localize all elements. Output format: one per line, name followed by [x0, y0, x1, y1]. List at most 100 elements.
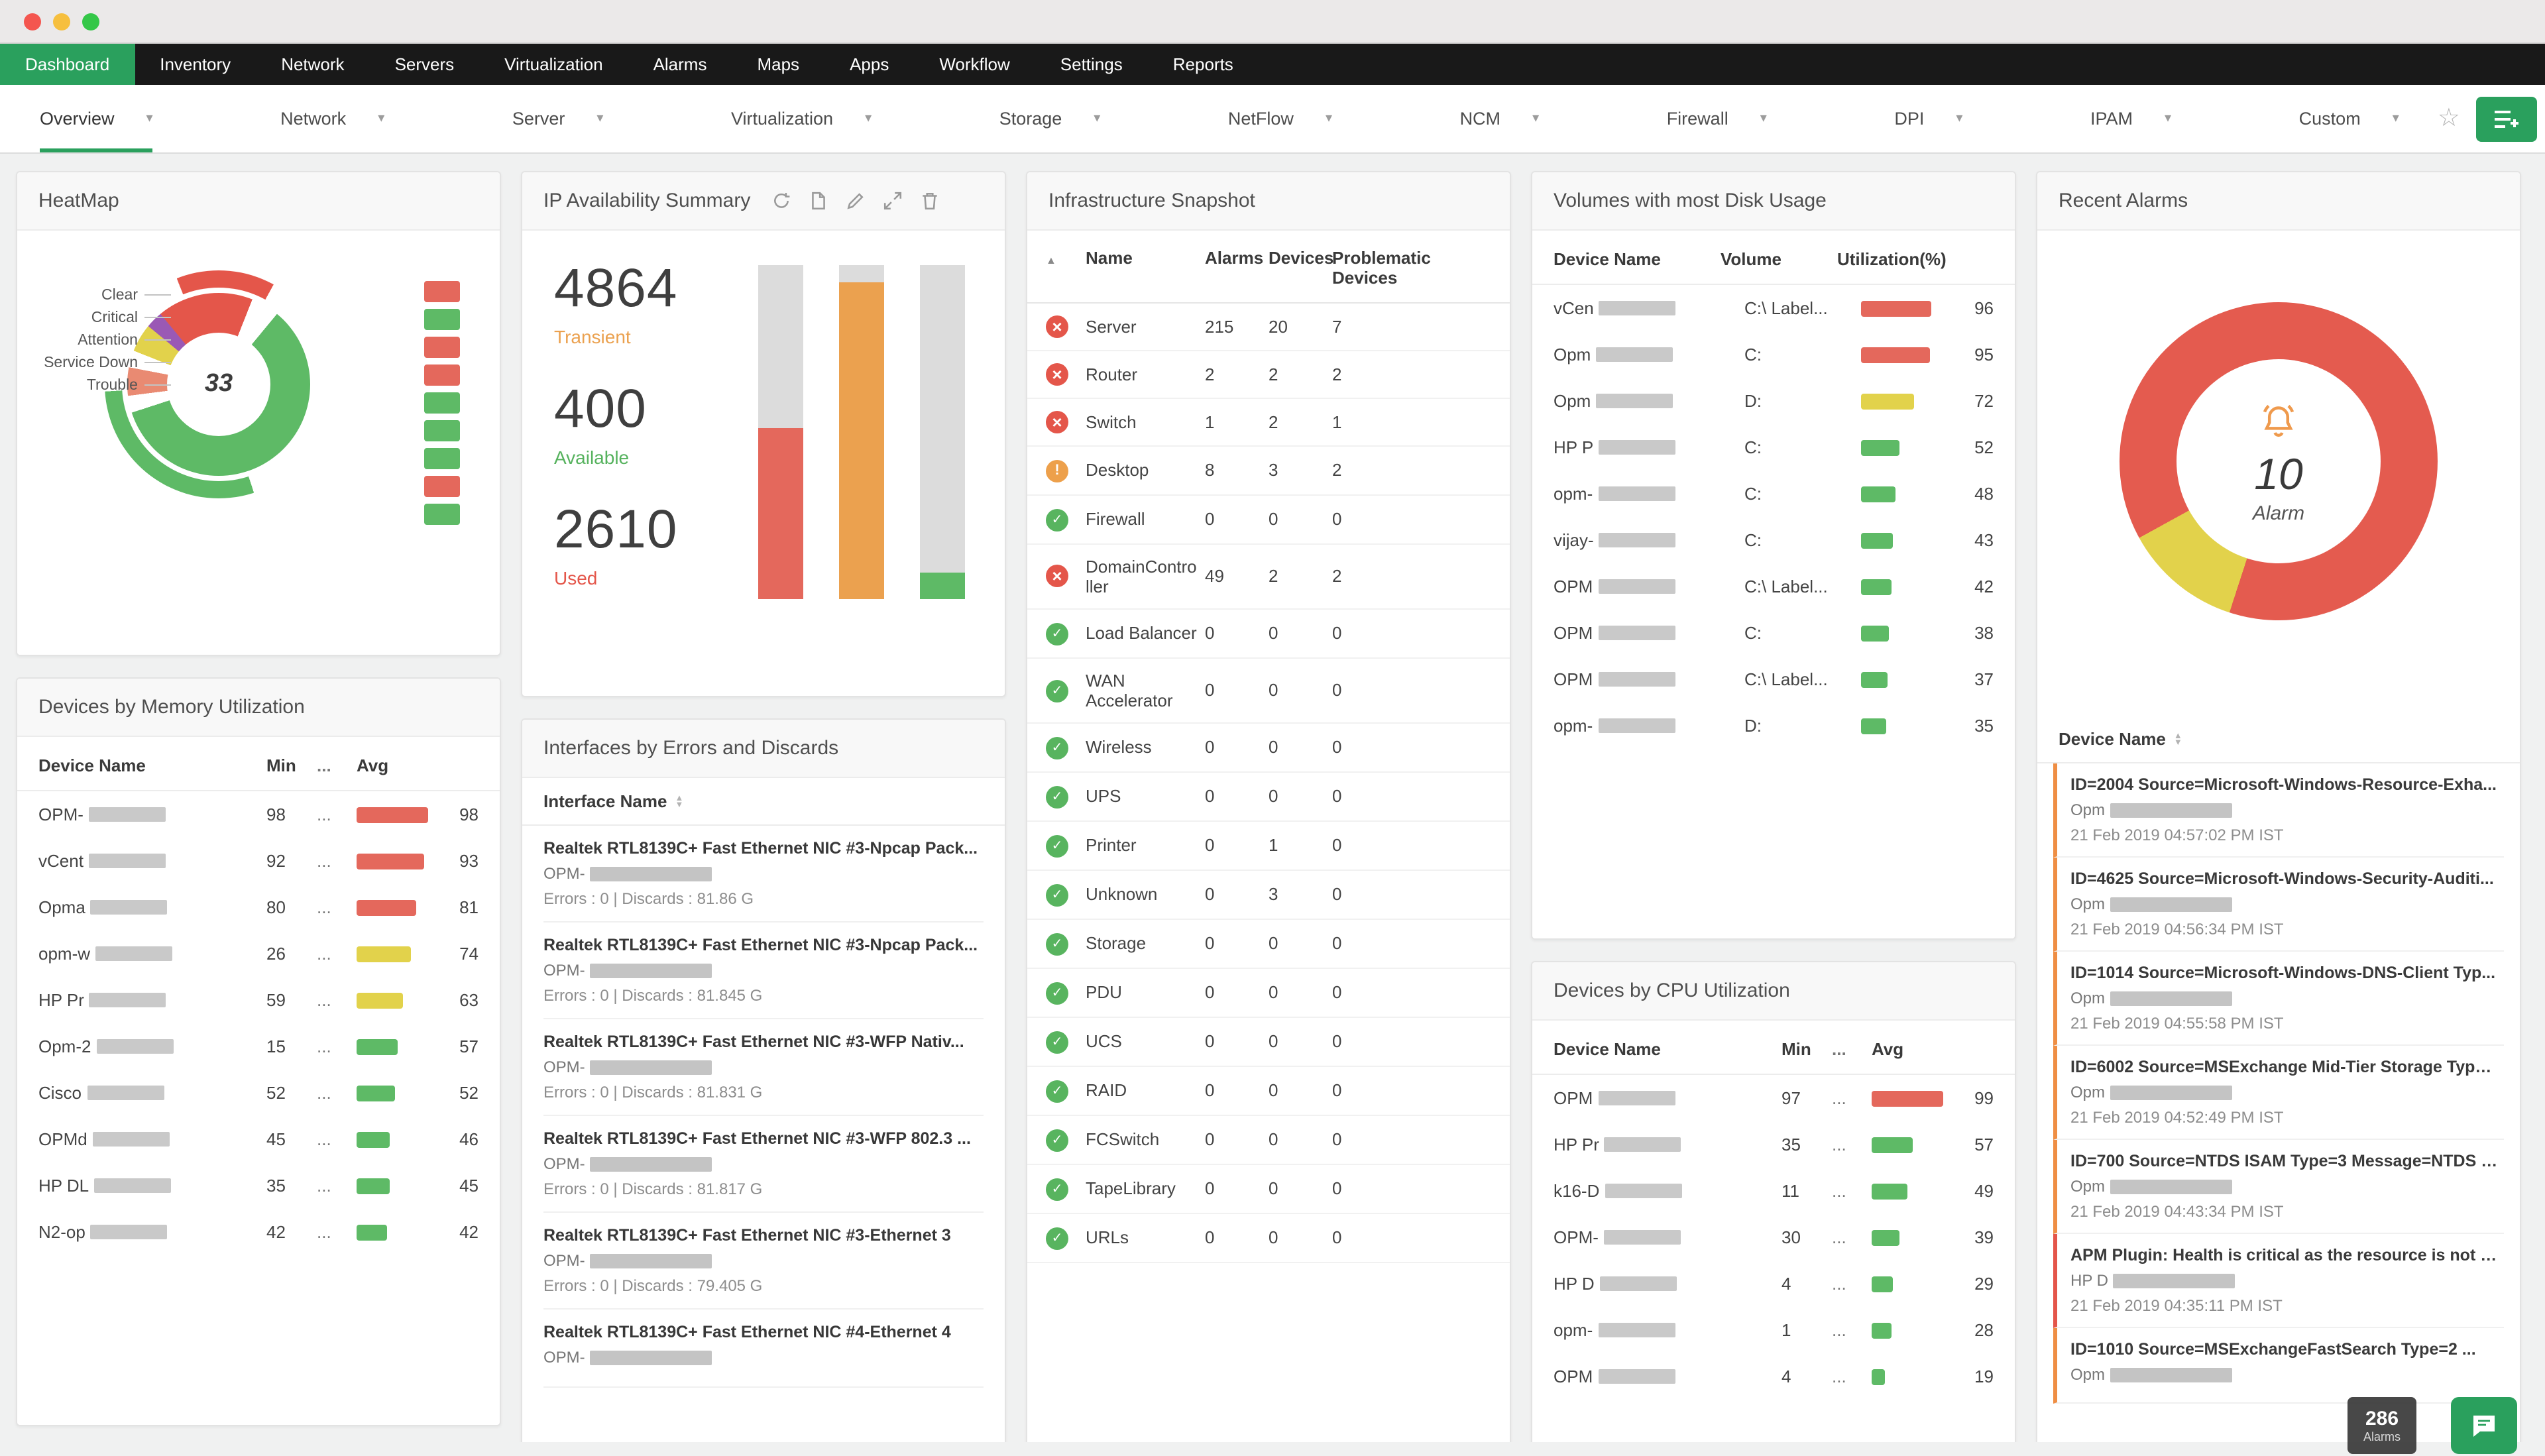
- table-row[interactable]: opm- 1 ... 28: [1532, 1307, 2015, 1353]
- table-row[interactable]: N2-op 42 ... 42: [17, 1209, 500, 1255]
- table-row[interactable]: HP Pr 59 ... 63: [17, 977, 500, 1023]
- expand-icon[interactable]: [883, 191, 903, 211]
- table-row[interactable]: HP DL 35 ... 45: [17, 1162, 500, 1209]
- table-row[interactable]: UCS 0 0 0: [1027, 1017, 1510, 1066]
- table-row[interactable]: OPM C:\ Label... 37: [1532, 656, 2015, 702]
- delete-icon[interactable]: [920, 191, 940, 211]
- dashboard-tab[interactable]: NetFlow ▾: [1228, 85, 1332, 152]
- list-header[interactable]: Interface Name: [543, 791, 667, 811]
- edit-icon[interactable]: [846, 191, 866, 211]
- table-row[interactable]: FCSwitch 0 0 0: [1027, 1115, 1510, 1164]
- table-row[interactable]: vCen C:\ Label... 96: [1532, 285, 2015, 331]
- table-row[interactable]: opm-w 26 ... 74: [17, 930, 500, 977]
- table-row[interactable]: Cisco 52 ... 52: [17, 1070, 500, 1116]
- table-row[interactable]: OPM- 98 ... 98: [17, 791, 500, 838]
- close-window-button[interactable]: [24, 13, 41, 30]
- table-row[interactable]: OPMd 45 ... 46: [17, 1116, 500, 1162]
- heat-cell[interactable]: [424, 337, 460, 358]
- heat-cell[interactable]: [424, 420, 460, 441]
- alarm-list-item[interactable]: ID=1010 Source=MSExchangeFastSearch Type…: [2053, 1328, 2504, 1404]
- table-row[interactable]: k16-D 11 ... 49: [1532, 1168, 2015, 1214]
- refresh-icon[interactable]: [771, 191, 791, 211]
- table-row[interactable]: Router 2 2 2: [1027, 351, 1510, 399]
- alarm-list-item[interactable]: ID=6002 Source=MSExchange Mid-Tier Stora…: [2053, 1046, 2504, 1140]
- table-row[interactable]: Firewall 0 0 0: [1027, 495, 1510, 544]
- column-header[interactable]: Min: [266, 756, 317, 775]
- list-header[interactable]: Device Name: [2059, 729, 2166, 749]
- table-row[interactable]: vCent 92 ... 93: [17, 838, 500, 884]
- table-row[interactable]: Unknown 0 3 0: [1027, 870, 1510, 919]
- heat-cell[interactable]: [424, 504, 460, 525]
- table-row[interactable]: RAID 0 0 0: [1027, 1066, 1510, 1115]
- table-row[interactable]: UPS 0 0 0: [1027, 772, 1510, 821]
- main-nav-tab[interactable]: Settings: [1035, 44, 1148, 85]
- bar[interactable]: [839, 265, 884, 599]
- table-row[interactable]: WAN Accelerator 0 0 0: [1027, 658, 1510, 723]
- table-row[interactable]: OPM- 30 ... 39: [1532, 1214, 2015, 1260]
- table-row[interactable]: Opm D: 72: [1532, 378, 2015, 424]
- table-row[interactable]: HP Pr 35 ... 57: [1532, 1121, 2015, 1168]
- dashboard-tab[interactable]: Firewall ▾: [1667, 85, 1767, 152]
- column-header[interactable]: Min: [1782, 1039, 1832, 1059]
- alarm-list-item[interactable]: ID=1014 Source=Microsoft-Windows-DNS-Cli…: [2053, 952, 2504, 1046]
- main-nav-tab[interactable]: Apps: [824, 44, 914, 85]
- dashboard-tab[interactable]: Virtualization ▾: [731, 85, 872, 152]
- table-row[interactable]: Switch 1 2 1: [1027, 399, 1510, 447]
- column-header[interactable]: Name: [1086, 248, 1205, 268]
- chevron-down-icon[interactable]: ▾: [378, 111, 384, 126]
- chat-button[interactable]: [2451, 1397, 2517, 1454]
- table-row[interactable]: Server 215 20 7: [1027, 304, 1510, 351]
- dashboard-tab[interactable]: Server ▾: [512, 85, 604, 152]
- favorite-star-icon[interactable]: ☆: [2438, 103, 2460, 134]
- chevron-down-icon[interactable]: ▾: [1326, 111, 1332, 126]
- chevron-down-icon[interactable]: ▾: [1760, 111, 1767, 126]
- dashboard-tab[interactable]: Custom ▾: [2299, 85, 2399, 152]
- column-header[interactable]: Avg: [1872, 1039, 1994, 1059]
- table-row[interactable]: HP P C: 52: [1532, 424, 2015, 471]
- sort-icon[interactable]: ▲ ▼: [675, 794, 683, 809]
- table-row[interactable]: TapeLibrary 0 0 0: [1027, 1164, 1510, 1213]
- chevron-down-icon[interactable]: ▾: [146, 111, 153, 126]
- heat-cell[interactable]: [424, 392, 460, 414]
- table-row[interactable]: DomainController 49 2 2: [1027, 544, 1510, 609]
- table-row[interactable]: Load Balancer 0 0 0: [1027, 609, 1510, 658]
- list-item[interactable]: Realtek RTL8139C+ Fast Ethernet NIC #3-W…: [543, 1116, 984, 1213]
- chevron-down-icon[interactable]: ▾: [1956, 111, 1962, 126]
- export-icon[interactable]: [809, 191, 828, 211]
- dashboard-tab[interactable]: NCM ▾: [1460, 85, 1540, 152]
- table-row[interactable]: Wireless 0 0 0: [1027, 723, 1510, 772]
- add-dashboard-button[interactable]: [2476, 97, 2537, 142]
- column-header[interactable]: Devices: [1269, 248, 1333, 268]
- main-nav-tab[interactable]: Reports: [1148, 44, 1259, 85]
- heat-cell[interactable]: [424, 281, 460, 302]
- alarm-list-item[interactable]: ID=2004 Source=Microsoft-Windows-Resourc…: [2053, 763, 2504, 858]
- list-item[interactable]: Realtek RTL8139C+ Fast Ethernet NIC #4-E…: [543, 1310, 984, 1388]
- sort-icon[interactable]: ▲: [1046, 254, 1056, 266]
- alarm-count-badge[interactable]: 286 Alarms: [2347, 1397, 2416, 1454]
- heat-cell[interactable]: [424, 448, 460, 469]
- table-row[interactable]: Opma 80 ... 81: [17, 884, 500, 930]
- chevron-down-icon[interactable]: ▾: [2393, 111, 2399, 126]
- main-nav-tab[interactable]: Virtualization: [479, 44, 628, 85]
- table-row[interactable]: opm- D: 35: [1532, 702, 2015, 749]
- heat-cell[interactable]: [424, 364, 460, 386]
- chevron-down-icon[interactable]: ▾: [1094, 111, 1100, 126]
- dashboard-tab[interactable]: DPI ▾: [1894, 85, 1962, 152]
- column-header[interactable]: Device Name: [1554, 249, 1721, 269]
- minimize-window-button[interactable]: [53, 13, 70, 30]
- dashboard-tab[interactable]: Storage ▾: [999, 85, 1101, 152]
- main-nav-tab[interactable]: Network: [256, 44, 369, 85]
- main-nav-tab[interactable]: Servers: [370, 44, 480, 85]
- alarm-list-item[interactable]: APM Plugin: Health is critical as the re…: [2053, 1234, 2504, 1328]
- chevron-down-icon[interactable]: ▾: [865, 111, 872, 126]
- column-header[interactable]: Alarms: [1205, 248, 1269, 268]
- main-nav-tab[interactable]: Maps: [732, 44, 824, 85]
- table-row[interactable]: opm- C: 48: [1532, 471, 2015, 517]
- list-item[interactable]: Realtek RTL8139C+ Fast Ethernet NIC #3-W…: [543, 1019, 984, 1116]
- alarm-list-item[interactable]: ID=4625 Source=Microsoft-Windows-Securit…: [2053, 858, 2504, 952]
- main-nav-tab[interactable]: Alarms: [628, 44, 732, 85]
- table-row[interactable]: Opm-2 15 ... 57: [17, 1023, 500, 1070]
- table-row[interactable]: URLs 0 0 0: [1027, 1213, 1510, 1262]
- table-row[interactable]: Desktop 8 3 2: [1027, 447, 1510, 495]
- table-row[interactable]: OPM C:\ Label... 42: [1532, 563, 2015, 610]
